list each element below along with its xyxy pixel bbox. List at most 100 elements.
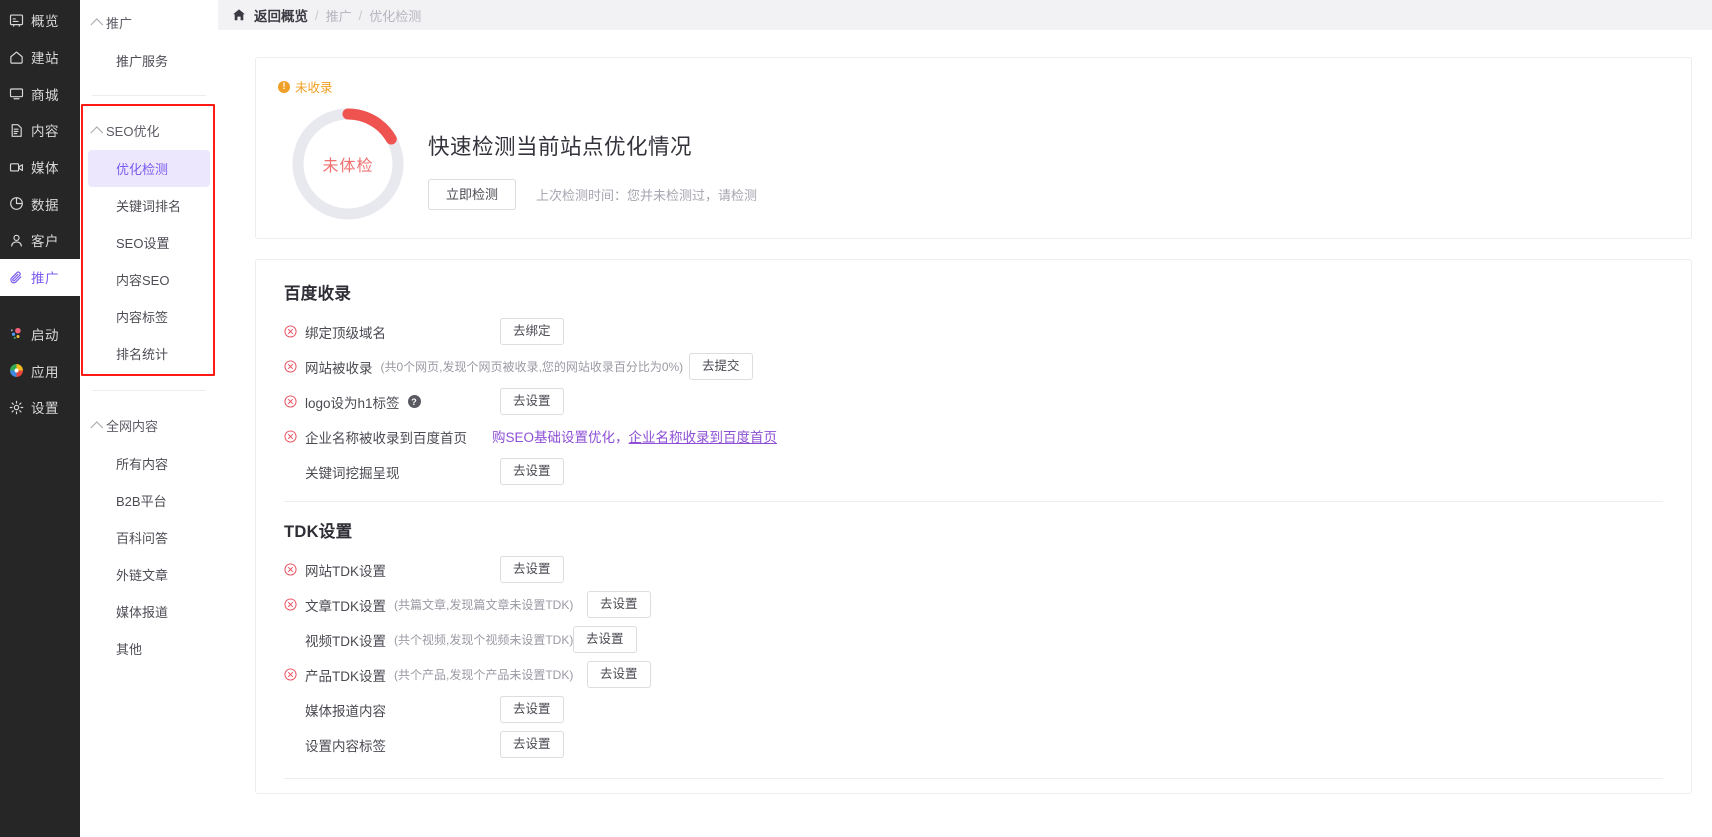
last-check-note: 上次检测时间：您并未检测过，请检测 — [536, 188, 758, 203]
submenu-item-2-2[interactable]: 关键词排名 — [88, 187, 210, 224]
check-row-action-wrap: 去设置 — [587, 661, 651, 688]
check-row-action-wrap: 去设置 — [500, 731, 564, 758]
check-row-action-button[interactable]: 去设置 — [573, 626, 637, 653]
submenu-group-title: 推广 — [106, 15, 133, 31]
submenu-group-title: SEO优化 — [106, 123, 160, 139]
submenu-item-1-1[interactable]: 推广服务 — [88, 42, 210, 79]
submenu-item-label: 所有内容 — [116, 457, 169, 472]
seo-sections-card: 百度收录绑定顶级域名 去绑定网站被收录 (共0个网页,发现个网页被收录,您的网站收录… — [255, 259, 1692, 794]
rail-item-8[interactable]: 推广 — [0, 258, 80, 296]
check-row-action-button[interactable]: 去设置 — [500, 696, 564, 723]
error-circle-icon — [284, 563, 297, 576]
check-row: 绑定顶级域名 去绑定 — [284, 314, 1691, 349]
rail-item-label: 数据 — [31, 197, 59, 213]
submenu-item-label: 媒体报道 — [116, 605, 169, 620]
home-icon[interactable] — [232, 8, 246, 22]
breadcrumb: 返回概览 / 推广 / 优化检测 — [218, 0, 1712, 30]
breadcrumb-level1[interactable]: 推广 — [326, 6, 352, 25]
rail-bottom-item-3[interactable]: 设置 — [0, 389, 80, 426]
submenu-item-3-4[interactable]: 外链文章 — [88, 556, 210, 593]
breadcrumb-sep-1: / — [315, 7, 319, 23]
submenu-item-3-5[interactable]: 媒体报道 — [88, 593, 210, 630]
check-row-action-wrap: 去提交 — [689, 353, 753, 380]
error-circle-icon — [284, 430, 297, 443]
error-circle-icon — [284, 325, 297, 338]
check-row-action-button[interactable]: 去提交 — [689, 353, 753, 380]
submenu-divider — [92, 390, 206, 391]
rail-item-1[interactable]: 概览 — [0, 2, 80, 39]
home-icon — [9, 50, 24, 65]
rail-bottom-item-label: 应用 — [31, 364, 59, 380]
submenu-group-1: 推广推广服务 — [80, 10, 218, 79]
check-row-action-button[interactable]: 去绑定 — [500, 318, 564, 345]
check-row-action-button[interactable]: 去设置 — [500, 731, 564, 758]
check-row: 视频TDK设置 (共个视频,发现个视频未设置TDK) 去设置 — [284, 622, 1691, 657]
submenu-item-3-3[interactable]: 百科问答 — [88, 519, 210, 556]
start-check-button[interactable]: 立即检测 — [428, 179, 517, 210]
submenu-item-2-4[interactable]: 内容SEO — [88, 261, 210, 298]
submenu-item-2-3[interactable]: SEO设置 — [88, 224, 210, 261]
breadcrumb-root[interactable]: 返回概览 — [254, 5, 308, 25]
breadcrumb-sep-2: / — [358, 7, 363, 23]
check-row-label: logo设为h1标签 — [305, 395, 400, 411]
check-row-action-wrap: 去设置 — [500, 696, 564, 723]
check-row-action-button[interactable]: 去设置 — [587, 591, 651, 618]
submenu-group-3: 全网内容所有内容 B2B平台 百科问答外链文章媒体报道其他 — [80, 413, 218, 667]
check-row-action-wrap: 去设置 — [500, 458, 564, 485]
rail-item-7[interactable]: 客户 — [0, 222, 80, 259]
check-row-note: (共0个网页,发现个网页被收录,您的网站收录百分比为0%) — [380, 360, 684, 374]
submenu-item-3-2[interactable]: B2B平台 — [88, 482, 210, 519]
rail-item-3[interactable]: 商城 — [0, 75, 80, 112]
rail-item-label: 推广 — [31, 271, 59, 287]
check-row: 产品TDK设置 (共个产品,发现个产品未设置TDK) 去设置 — [284, 657, 1691, 692]
rail-bottom-item-1[interactable]: 启动 — [0, 316, 80, 353]
chevron-up-icon — [90, 125, 104, 139]
check-row: 网站被收录 (共0个网页,发现个网页被收录,您的网站收录百分比为0%) 去提交 — [284, 349, 1691, 384]
promo-link-plain: 购SEO基础设置优化， — [492, 430, 629, 445]
submenu-item-2-1[interactable]: 优化检测 — [88, 150, 210, 187]
help-icon[interactable]: ? — [407, 395, 421, 408]
check-row-action-button[interactable]: 去设置 — [500, 458, 564, 485]
error-circle-icon — [284, 668, 297, 681]
rail-bottom-item-2[interactable]: 应用 — [0, 352, 80, 389]
check-row-action-button[interactable]: 去设置 — [500, 388, 564, 415]
check-row-link-wrap: 购SEO基础设置优化，企业名称收录到百度首页 — [492, 426, 777, 447]
submenu-group-header[interactable]: 全网内容 — [80, 413, 218, 437]
section-title: 百度收录 — [284, 285, 352, 303]
rail-item-label: 内容 — [31, 124, 59, 140]
check-row: 网站TDK设置 去设置 — [284, 552, 1691, 587]
submenu-item-label: 推广服务 — [116, 54, 169, 69]
check-row: 媒体报道内容 去设置 — [284, 692, 1691, 727]
check-row-action-button[interactable]: 去设置 — [587, 661, 651, 688]
submenu-group-header[interactable]: SEO优化 — [80, 118, 218, 142]
primary-sidebar: 概览 建站 商城内容媒体数据客户推广 启动 应用设置 — [0, 0, 80, 837]
submenu-item-2-5[interactable]: 内容标签 — [88, 298, 210, 335]
document-icon — [9, 123, 24, 138]
rail-item-2[interactable]: 建站 — [0, 39, 80, 76]
submenu-item-3-1[interactable]: 所有内容 — [88, 445, 210, 482]
check-row: 文章TDK设置 (共篇文章,发现篇文章未设置TDK) 去设置 — [284, 587, 1691, 622]
error-circle-icon — [284, 395, 297, 408]
error-circle-icon — [284, 598, 297, 611]
seo-section-2: TDK设置 网站TDK设置 去设置 文章TDK设置 (共篇文章,发现篇文章未设置TDK)… — [284, 518, 1691, 762]
check-row: 关键词挖掘呈现 去设置 — [284, 454, 1691, 489]
rail-item-5[interactable]: 媒体 — [0, 149, 80, 186]
promo-link[interactable]: 购SEO基础设置优化，企业名称收录到百度首页 — [492, 430, 777, 445]
shop-icon — [9, 86, 24, 101]
promo-link-underlined: 企业名称收录到百度首页 — [628, 430, 778, 445]
content-scroll-area: ! 未收录 未体检 快速检测当前站点优化情况 立即检测 上次检测时间：您并未检测… — [218, 30, 1712, 837]
rail-item-4[interactable]: 内容 — [0, 112, 80, 149]
check-row-action-wrap: 去设置 — [573, 626, 637, 653]
submenu-item-3-6[interactable]: 其他 — [88, 630, 210, 667]
check-row-action-button[interactable]: 去设置 — [500, 556, 564, 583]
chart-pie-icon — [9, 196, 24, 211]
check-row-label: 企业名称被收录到百度首页 — [305, 430, 467, 446]
submenu-item-2-6[interactable]: 排名统计 — [88, 335, 210, 372]
check-row-label: 网站被收录 — [305, 360, 373, 376]
video-icon — [9, 160, 24, 175]
rail-item-6[interactable]: 数据 — [0, 185, 80, 222]
submenu-group-header[interactable]: 推广 — [80, 10, 218, 34]
submenu-item-label: 外链文章 — [116, 568, 169, 583]
